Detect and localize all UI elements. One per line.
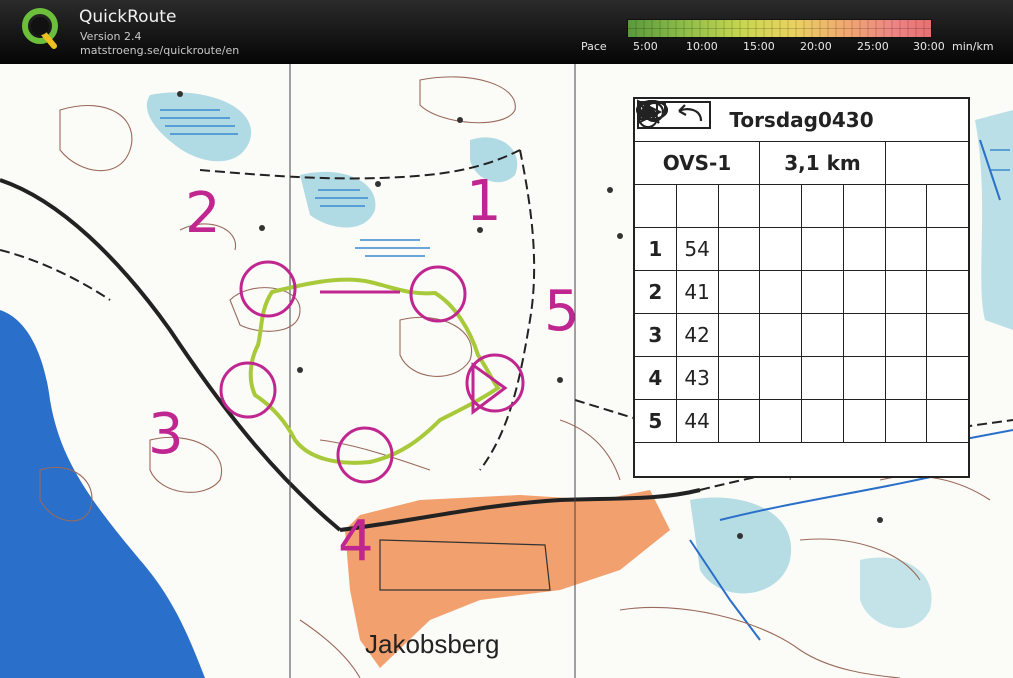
course-overprint (219, 260, 525, 484)
finish-row (635, 101, 968, 485)
control-row: 2 41 (635, 101, 968, 314)
ellipse-icon (636, 100, 802, 227)
dot-left-circle-icon (636, 102, 928, 356)
quickroute-window: QuickRoute Version 2.4 matstroeng.se/qui… (0, 0, 1013, 678)
empty-cell (844, 228, 886, 270)
pace-color-scale (627, 19, 932, 38)
marsh-area (300, 171, 376, 228)
dot-top-circle-icon (638, 100, 928, 270)
arrow-nw-icon (638, 102, 761, 399)
control-number: 3 (635, 314, 677, 356)
empty-cell (927, 271, 968, 313)
control-code: 44 (677, 400, 719, 442)
empty-cell (802, 185, 844, 227)
app-title: QuickRoute (79, 7, 177, 27)
pace-label: Pace (581, 40, 607, 53)
empty-cell (844, 314, 886, 356)
start-triangle-icon (635, 99, 677, 227)
pace-scale-ticks: 5:00 10:00 15:00 20:00 25:00 30:00 min/k… (627, 40, 1007, 54)
empty-cell (719, 271, 761, 313)
empty-cell (886, 400, 928, 442)
control-number: 2 (635, 271, 677, 313)
triangle-icon (637, 101, 802, 313)
control-number-label: 3 (148, 402, 184, 467)
empty-cell (677, 185, 719, 227)
control-number: 5 (635, 400, 677, 442)
control-code: 54 (677, 228, 719, 270)
arrow-nw-icon (638, 102, 761, 356)
pace-tick: 30:00 (913, 40, 945, 53)
control-number-label: 5 (544, 279, 580, 344)
control-number-label: 2 (185, 181, 221, 246)
empty-cell (844, 357, 886, 399)
pace-unit: min/km (952, 40, 994, 53)
empty-cell (802, 400, 844, 442)
control-number-label: 1 (466, 169, 502, 234)
empty-cell (719, 400, 761, 442)
empty-cell (886, 142, 968, 184)
course-length: 3,1 km (760, 142, 886, 184)
dot-left-circle-icon (636, 102, 928, 313)
corner-icon (639, 101, 928, 399)
place-name-label: Jakobsberg (365, 629, 500, 659)
control-number: 1 (635, 228, 677, 270)
control-description-sheet: Torsdag0430 OVS-1 3,1 km 1 54 2 41 3 42 … (633, 97, 970, 478)
empty-cell (927, 228, 968, 270)
app-url-link[interactable]: matstroeng.se/quickroute/en (80, 44, 239, 57)
empty-cell (927, 357, 968, 399)
app-version: Version 2.4 (80, 30, 142, 43)
control-row: 3 42 (635, 101, 968, 357)
empty-cell (844, 400, 886, 442)
control-code: 43 (677, 357, 719, 399)
control-code: 42 (677, 314, 719, 356)
triangle-icon (637, 101, 802, 270)
course-header-row: OVS-1 3,1 km (635, 142, 968, 185)
orienteering-map[interactable]: 1 2 3 4 5 Jakobsberg Torsdag0430 OVS-1 3… (0, 64, 1013, 678)
empty-cell (802, 228, 844, 270)
control-number-label: 4 (338, 509, 374, 574)
app-header: QuickRoute Version 2.4 matstroeng.se/qui… (0, 0, 1013, 64)
pace-tick: 5:00 (633, 40, 658, 53)
pace-tick: 25:00 (857, 40, 889, 53)
control-code: 41 (677, 271, 719, 313)
pace-tick: 20:00 (800, 40, 832, 53)
control-number: 4 (635, 357, 677, 399)
empty-cell (844, 271, 886, 313)
empty-cell (802, 271, 844, 313)
comb-icon (637, 102, 802, 399)
control-row: 5 44 (635, 100, 968, 443)
control-row: 1 54 (635, 100, 968, 271)
ellipse-icon (636, 100, 802, 442)
start-row (635, 99, 968, 228)
lake-area (0, 310, 205, 678)
empty-cell (927, 400, 968, 442)
course-name: OVS-1 (635, 142, 760, 184)
empty-cell (927, 314, 968, 356)
empty-cell (844, 185, 886, 227)
pace-tick: 15:00 (743, 40, 775, 53)
triangle-icon (637, 101, 802, 356)
empty-cell (719, 228, 761, 270)
marsh-area (690, 497, 792, 594)
control-circle-3 (219, 361, 277, 419)
return-arrow-icon (635, 101, 968, 485)
empty-cell (802, 357, 844, 399)
pace-tick: 10:00 (686, 40, 718, 53)
empty-cell (802, 314, 844, 356)
control-row: 4 43 (635, 101, 968, 400)
marsh-area (860, 557, 932, 629)
empty-cell (719, 185, 761, 227)
empty-cell (886, 185, 928, 227)
empty-cell (927, 185, 968, 227)
quickroute-logo-icon (22, 8, 58, 49)
marsh-area (146, 92, 252, 162)
pace-scale-grid (628, 20, 931, 37)
